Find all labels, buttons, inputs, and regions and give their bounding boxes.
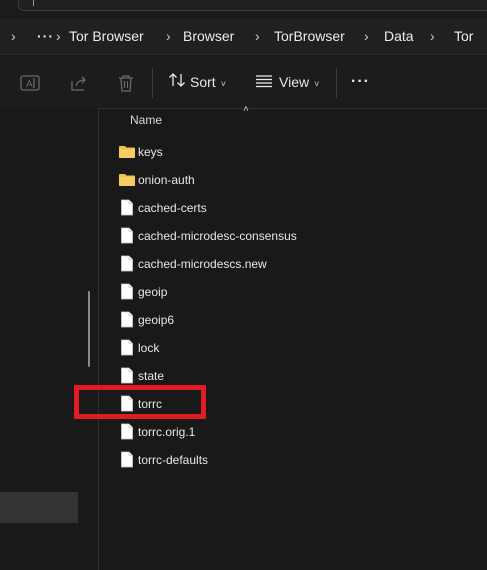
file-name: geoip bbox=[138, 285, 168, 299]
breadcrumb-item-tor-browser[interactable]: Tor Browser bbox=[69, 18, 144, 54]
toolbar-divider bbox=[336, 68, 337, 98]
command-bar: A Sort ˅ View ˅ ··· bbox=[0, 56, 487, 109]
sort-indicator-icon: ˄ bbox=[243, 104, 249, 115]
file-list-item[interactable]: torrc.orig.1 bbox=[110, 418, 470, 446]
view-list-icon bbox=[255, 69, 273, 97]
file-list-item[interactable]: cached-certs bbox=[110, 194, 470, 222]
folder-icon bbox=[118, 144, 136, 165]
share-icon[interactable] bbox=[69, 73, 89, 101]
chevron-down-icon: ˅ bbox=[314, 79, 320, 89]
navigation-scrollbar[interactable] bbox=[88, 291, 90, 367]
file-list-item[interactable]: keys bbox=[110, 138, 470, 166]
file-icon bbox=[120, 423, 134, 445]
pane-divider[interactable] bbox=[98, 108, 99, 570]
more-options-button[interactable]: ··· bbox=[351, 68, 370, 96]
file-list-item[interactable]: geoip6 bbox=[110, 306, 470, 334]
file-name: torrc-defaults bbox=[138, 453, 209, 467]
file-name: lock bbox=[138, 341, 160, 355]
file-icon bbox=[120, 255, 134, 277]
file-icon bbox=[120, 283, 134, 305]
caret-mark bbox=[33, 0, 34, 6]
file-name: keys bbox=[138, 145, 163, 159]
highlight-annotation bbox=[74, 385, 206, 419]
file-list-item[interactable]: cached-microdescs.new bbox=[110, 250, 470, 278]
chevron-right-icon: › bbox=[255, 28, 260, 44]
folder-icon bbox=[118, 172, 136, 193]
chevron-right-icon: › bbox=[56, 28, 61, 44]
file-list-item[interactable]: cached-microdesc-consensus bbox=[110, 222, 470, 250]
breadcrumb-item-browser[interactable]: Browser bbox=[183, 18, 234, 54]
file-list-item[interactable]: onion-auth bbox=[110, 166, 470, 194]
address-bar-strip bbox=[0, 0, 487, 16]
file-name: cached-microdesc-consensus bbox=[138, 229, 297, 243]
navigation-selected-item[interactable] bbox=[0, 492, 78, 523]
breadcrumb-more-button[interactable]: ··· bbox=[37, 18, 54, 54]
view-label: View bbox=[279, 74, 310, 90]
trash-icon[interactable] bbox=[116, 73, 136, 101]
file-name: torrc.orig.1 bbox=[138, 425, 196, 439]
file-icon bbox=[120, 227, 134, 249]
file-name: cached-microdescs.new bbox=[138, 257, 267, 271]
chevron-right-icon: › bbox=[11, 28, 16, 44]
file-icon bbox=[120, 311, 134, 333]
file-name: geoip6 bbox=[138, 313, 175, 327]
file-icon bbox=[120, 339, 134, 361]
sort-icon bbox=[168, 69, 186, 97]
file-name: onion-auth bbox=[138, 173, 195, 187]
breadcrumb: › ··· › Tor Browser › Browser › TorBrows… bbox=[0, 18, 487, 55]
file-name: cached-certs bbox=[138, 201, 207, 215]
name-column-header[interactable]: Name bbox=[130, 113, 162, 127]
file-list-item[interactable]: torrc-defaults bbox=[110, 446, 470, 474]
address-bar-edge bbox=[18, 0, 487, 11]
rename-icon[interactable]: A bbox=[20, 73, 40, 101]
breadcrumb-item-data[interactable]: Data bbox=[384, 18, 414, 54]
view-button[interactable]: View ˅ bbox=[255, 68, 319, 96]
file-icon bbox=[120, 199, 134, 221]
file-list-item[interactable]: lock bbox=[110, 334, 470, 362]
file-icon bbox=[120, 451, 134, 473]
sort-button[interactable]: Sort ˅ bbox=[168, 68, 226, 96]
chevron-down-icon: ˅ bbox=[220, 79, 226, 89]
chevron-right-icon: › bbox=[430, 28, 435, 44]
chevron-right-icon: › bbox=[364, 28, 369, 44]
chevron-right-icon: › bbox=[166, 28, 171, 44]
breadcrumb-item-torbrowser[interactable]: TorBrowser bbox=[274, 18, 345, 54]
breadcrumb-item-tor[interactable]: Tor bbox=[454, 18, 473, 54]
toolbar-divider bbox=[152, 68, 153, 98]
svg-text:A: A bbox=[26, 79, 33, 90]
sort-label: Sort bbox=[190, 74, 216, 90]
file-list-item[interactable]: geoip bbox=[110, 278, 470, 306]
